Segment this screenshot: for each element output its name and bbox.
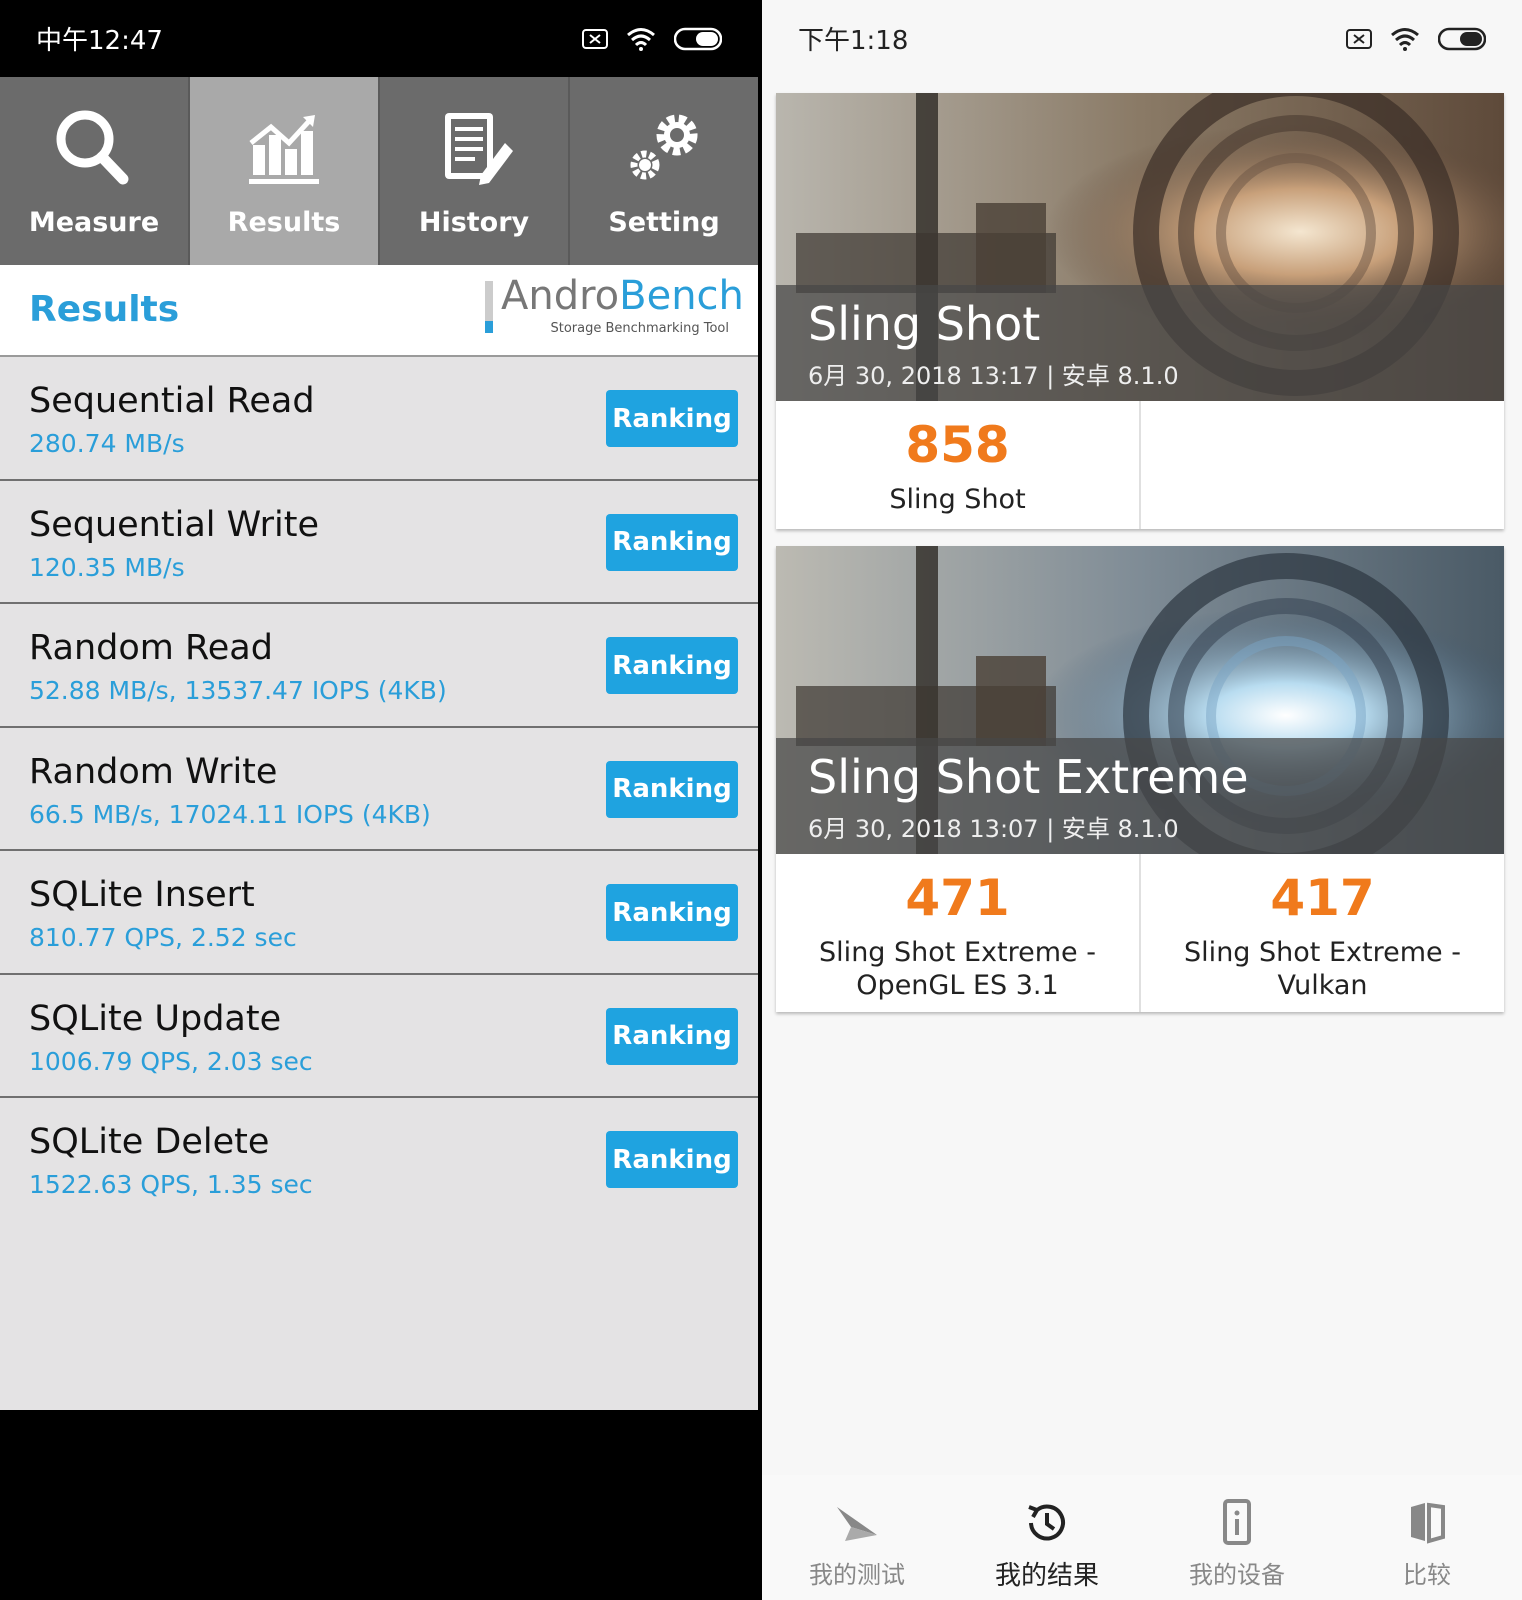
tab-results[interactable]: Results	[190, 77, 380, 265]
nav-label: 我的测试	[809, 1561, 905, 1589]
device-info-icon	[1223, 1499, 1251, 1545]
score-label: Sling Shot Extreme - OpenGL ES 3.1	[819, 937, 1096, 1001]
card-title: Sling Shot Extreme	[808, 750, 1249, 804]
test-value: 1006.79 QPS, 2.03 sec	[29, 1046, 313, 1076]
battery-icon	[674, 27, 722, 50]
test-value: 66.5 MB/s, 17024.11 IOPS (4KB)	[29, 799, 431, 829]
bottom-nav: 我的测试 我的结果 我的设备 比较	[762, 1475, 1522, 1600]
ranking-button[interactable]: Ranking	[606, 760, 738, 818]
nav-compare[interactable]: 比较	[1332, 1475, 1522, 1600]
benchmark-card[interactable]: Sling Shot Extreme 6月 30, 2018 13:07 | 安…	[776, 546, 1504, 1012]
status-bar: 下午1:18	[762, 0, 1522, 77]
score-value: 417	[1270, 869, 1375, 927]
status-time: 中午12:47	[36, 26, 163, 56]
card-subtitle: 6月 30, 2018 13:07 | 安卓 8.1.0	[808, 815, 1179, 843]
3dmark-panel: 下午1:18 Sling Shot 6月 30, 2018 13:17 | 安卓…	[762, 0, 1522, 1600]
score-cell: 471 Sling Shot Extreme - OpenGL ES 3.1	[776, 854, 1141, 1012]
page-title: Results	[29, 289, 180, 330]
ranking-button[interactable]: Ranking	[606, 513, 738, 571]
wifi-icon	[1391, 27, 1419, 51]
test-name: Sequential Read	[29, 381, 315, 421]
card-title: Sling Shot	[808, 297, 1041, 351]
results-list: Sequential Read 280.74 MB/s Ranking Sequ…	[0, 357, 758, 1410]
score-value: 471	[905, 869, 1010, 927]
no-sim-icon	[582, 28, 608, 49]
list-item: Sequential Read 280.74 MB/s Ranking	[0, 357, 758, 481]
test-value: 52.88 MB/s, 13537.47 IOPS (4KB)	[29, 676, 447, 705]
androbench-panel: 中午12:47 Measure Results History Setting …	[0, 0, 758, 1600]
tab-bar: Measure Results History Setting	[0, 77, 758, 265]
results-header: Results AndroBench Storage Benchmarking …	[0, 265, 758, 357]
tab-measure[interactable]: Measure	[0, 77, 190, 265]
status-bar: 中午12:47	[0, 0, 758, 77]
list-item: SQLite Delete 1522.63 QPS, 1.35 sec Rank…	[0, 1098, 758, 1222]
nav-my-device[interactable]: 我的设备	[1142, 1475, 1332, 1600]
card-subtitle: 6月 30, 2018 13:17 | 安卓 8.1.0	[808, 362, 1179, 390]
test-name: Random Write	[29, 751, 278, 792]
nav-my-results[interactable]: 我的结果	[952, 1475, 1142, 1600]
nav-label: 我的结果	[994, 1561, 1099, 1591]
plane-icon	[837, 1507, 877, 1541]
test-value: 120.35 MB/s	[29, 552, 185, 582]
test-name: SQLite Delete	[29, 1122, 270, 1162]
benchmark-card[interactable]: Sling Shot 6月 30, 2018 13:17 | 安卓 8.1.0 …	[776, 93, 1504, 529]
wifi-icon	[627, 27, 655, 51]
chart-icon	[249, 115, 319, 184]
ranking-button[interactable]: Ranking	[606, 884, 738, 941]
ranking-button[interactable]: Ranking	[606, 1007, 738, 1065]
test-name: SQLite Update	[29, 998, 282, 1039]
score-row: 471 Sling Shot Extreme - OpenGL ES 3.1 4…	[776, 854, 1504, 1012]
nav-label: 我的设备	[1189, 1561, 1285, 1589]
search-icon	[56, 110, 129, 185]
androbench-logo: AndroBench Storage Benchmarking Tool	[485, 273, 744, 339]
history-clock-icon	[1028, 1504, 1065, 1541]
history-document-icon	[445, 113, 513, 185]
tab-label: Measure	[28, 207, 160, 238]
card-hero: Sling Shot 6月 30, 2018 13:17 | 安卓 8.1.0	[776, 93, 1504, 401]
test-name: Random Read	[29, 628, 273, 668]
ranking-button[interactable]: Ranking	[606, 390, 738, 447]
list-item: Random Write 66.5 MB/s, 17024.11 IOPS (4…	[0, 728, 758, 851]
test-name: Sequential Write	[29, 504, 320, 545]
score-cell	[1141, 401, 1504, 529]
compare-icon	[1411, 1502, 1445, 1544]
test-name: SQLite Insert	[29, 875, 255, 915]
tab-label: Setting	[608, 207, 720, 238]
battery-icon	[1438, 27, 1486, 50]
status-icons	[1346, 27, 1486, 51]
score-label: Sling Shot	[889, 484, 1026, 515]
card-hero: Sling Shot Extreme 6月 30, 2018 13:07 | 安…	[776, 546, 1504, 854]
ranking-button[interactable]: Ranking	[606, 637, 738, 694]
status-icons	[582, 27, 722, 51]
no-sim-icon	[1346, 28, 1372, 49]
status-time: 下午1:18	[798, 26, 909, 56]
tab-setting[interactable]: Setting	[570, 77, 758, 265]
test-value: 280.74 MB/s	[29, 429, 185, 458]
ranking-button[interactable]: Ranking	[606, 1131, 738, 1188]
test-value: 1522.63 QPS, 1.35 sec	[29, 1170, 313, 1199]
list-item: SQLite Update 1006.79 QPS, 2.03 sec Rank…	[0, 975, 758, 1098]
score-cell: 858 Sling Shot	[776, 401, 1141, 529]
score-value: 858	[905, 416, 1010, 474]
list-item: SQLite Insert 810.77 QPS, 2.52 sec Ranki…	[0, 851, 758, 975]
nav-my-tests[interactable]: 我的测试	[762, 1475, 952, 1600]
score-cell: 417 Sling Shot Extreme - Vulkan	[1141, 854, 1504, 1012]
test-value: 810.77 QPS, 2.52 sec	[29, 923, 297, 952]
gear-icon	[630, 114, 698, 180]
score-label: Sling Shot Extreme - Vulkan	[1184, 937, 1461, 1001]
list-item: Random Read 52.88 MB/s, 13537.47 IOPS (4…	[0, 604, 758, 728]
list-item: Sequential Write 120.35 MB/s Ranking	[0, 481, 758, 604]
tab-label: History	[418, 207, 530, 238]
tab-label: Results	[227, 207, 341, 238]
score-row: 858 Sling Shot	[776, 401, 1504, 529]
tab-history[interactable]: History	[380, 77, 570, 265]
nav-label: 比较	[1403, 1561, 1451, 1589]
